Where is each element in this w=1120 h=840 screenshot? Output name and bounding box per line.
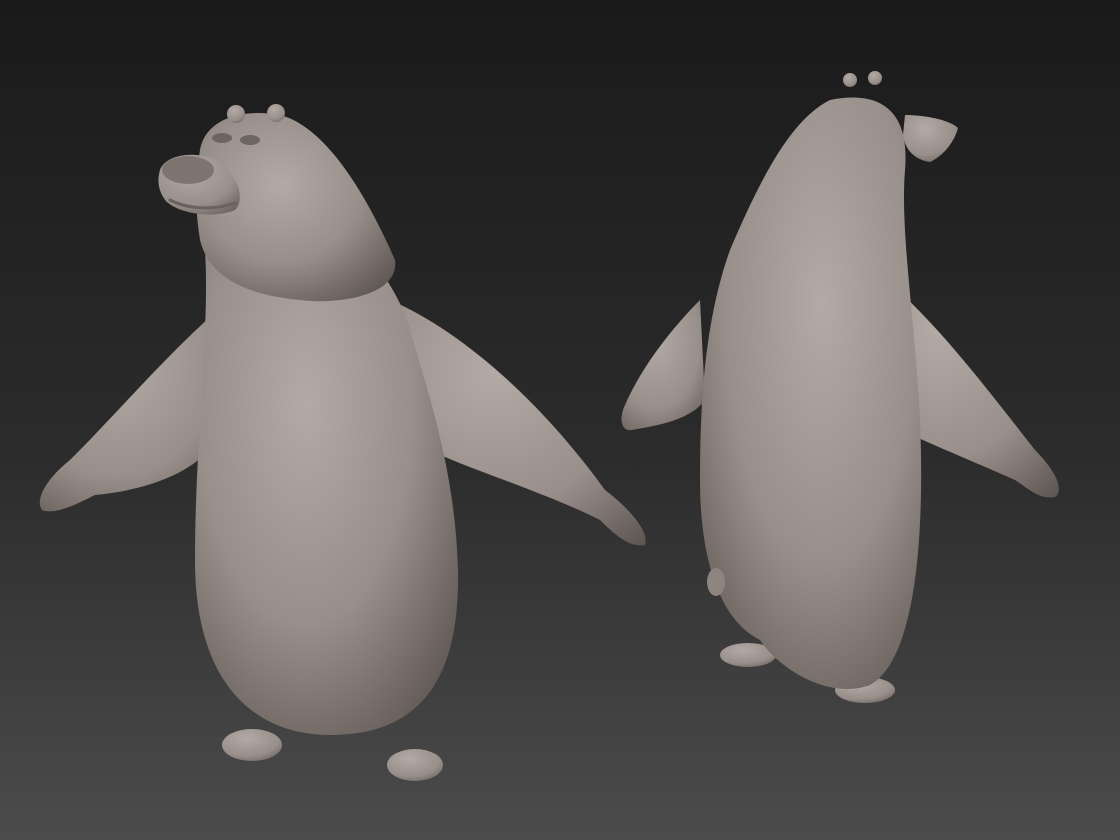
bear-back-tail [707,568,725,596]
bear-front-ear-left [227,105,245,123]
bear-back-ear-left [843,73,857,87]
viewport-canvas[interactable] [0,0,1120,840]
bear-front-left-foot [222,729,282,761]
bear-front-nose [162,156,214,184]
bear-front-eye-right [240,135,260,145]
bear-front-eye-left [212,133,232,143]
bear-front-right-foot [387,749,443,781]
bear-back-ear-right [868,71,882,85]
bear-front-ear-right [267,104,285,122]
sculpt-viewport[interactable] [0,0,1120,840]
